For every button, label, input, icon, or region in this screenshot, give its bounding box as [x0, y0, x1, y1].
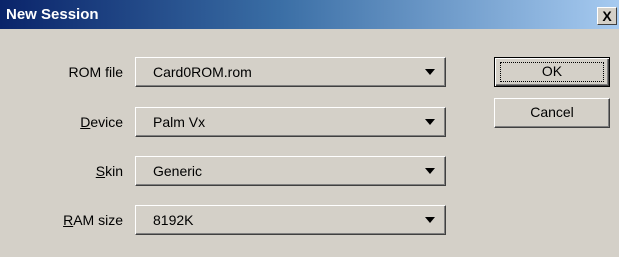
- device-dropdown[interactable]: Palm Vx: [135, 107, 446, 137]
- rom-file-label: ROM file: [68, 64, 123, 80]
- rom-file-dropdown[interactable]: Card0ROM.rom: [135, 57, 446, 87]
- cancel-button[interactable]: Cancel: [494, 98, 610, 128]
- new-session-dialog: New Session X ROM file Card0ROM.rom Devi…: [0, 0, 619, 257]
- device-label: Device: [80, 114, 123, 130]
- chevron-down-icon: [425, 168, 435, 174]
- rom-file-value: Card0ROM.rom: [153, 64, 252, 80]
- dialog-title: New Session: [6, 6, 99, 23]
- ram-size-value: 8192K: [153, 212, 194, 228]
- skin-value: Generic: [153, 163, 203, 179]
- skin-label: Skin: [95, 163, 123, 179]
- chevron-down-icon: [425, 217, 435, 223]
- ram-size-label: RAM size: [63, 212, 123, 228]
- chevron-down-icon: [425, 69, 435, 75]
- title-bar: New Session X: [0, 0, 619, 29]
- close-icon[interactable]: X: [597, 7, 617, 25]
- skin-dropdown[interactable]: Generic: [135, 156, 446, 186]
- ok-button[interactable]: OK: [494, 57, 610, 87]
- ram-size-dropdown[interactable]: 8192K: [135, 205, 446, 235]
- device-value: Palm Vx: [153, 114, 206, 130]
- chevron-down-icon: [425, 119, 435, 125]
